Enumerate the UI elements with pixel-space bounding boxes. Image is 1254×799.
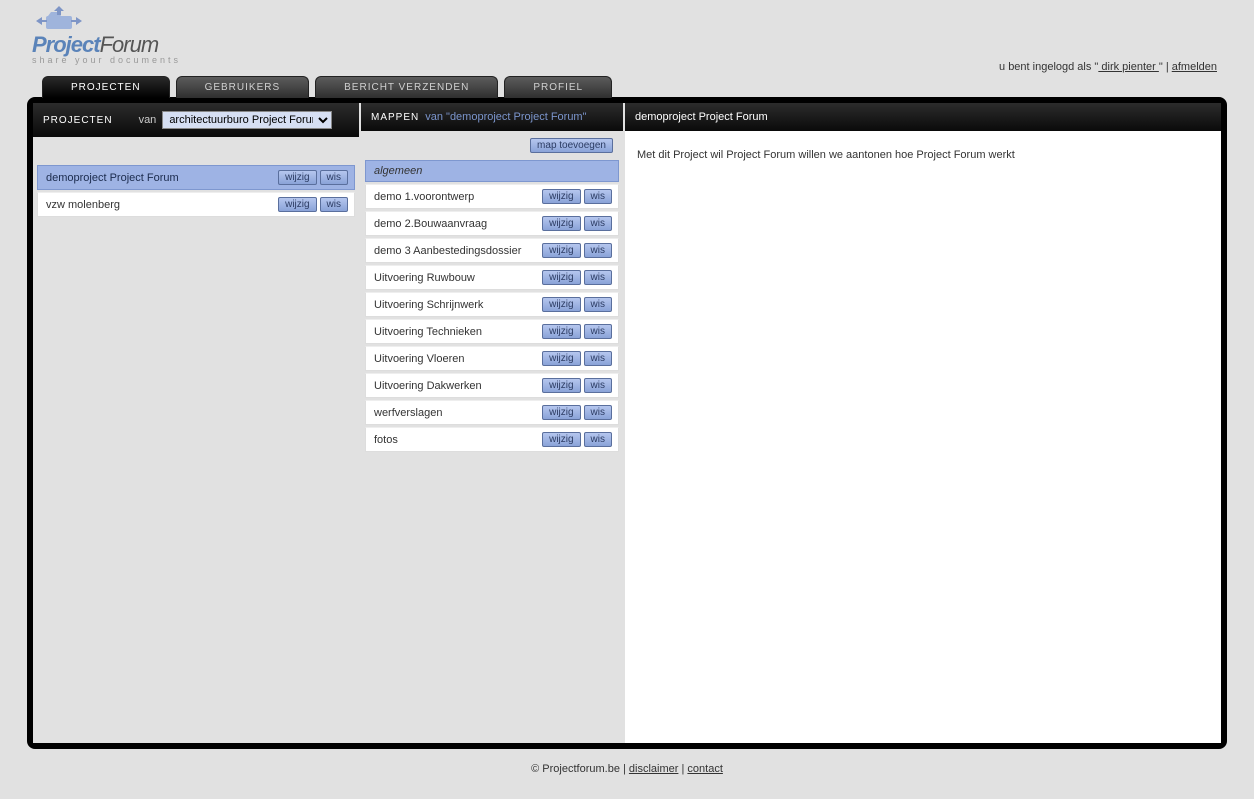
- logout-link[interactable]: afmelden: [1172, 61, 1217, 73]
- delete-button[interactable]: wis: [584, 351, 612, 366]
- edit-button[interactable]: wijzig: [542, 405, 580, 420]
- folder-arrows-icon: [32, 6, 88, 32]
- detail-title: demoproject Project Forum: [635, 111, 768, 123]
- tab-gebruikers[interactable]: GEBRUIKERS: [176, 76, 310, 98]
- user-link[interactable]: dirk pienter: [1098, 61, 1159, 73]
- detail-body: Met dit Project wil Project Forum willen…: [625, 131, 1221, 731]
- folder-row[interactable]: Uitvoering Dakwerken wijzig wis: [365, 373, 619, 398]
- folder-row[interactable]: Uitvoering Ruwbouw wijzig wis: [365, 265, 619, 290]
- project-row[interactable]: vzw molenberg wijzig wis: [37, 192, 355, 217]
- folder-row[interactable]: demo 2.Bouwaanvraag wijzig wis: [365, 211, 619, 236]
- project-row[interactable]: demoproject Project Forum wijzig wis: [37, 165, 355, 190]
- folder-name: Uitvoering Technieken: [374, 326, 538, 338]
- edit-button[interactable]: wijzig: [278, 197, 316, 212]
- project-name: vzw molenberg: [46, 199, 274, 211]
- folder-name: Uitvoering Dakwerken: [374, 380, 538, 392]
- project-name: demoproject Project Forum: [46, 172, 274, 184]
- folders-title: MAPPEN: [371, 112, 419, 123]
- delete-button[interactable]: wis: [584, 432, 612, 447]
- delete-button[interactable]: wis: [584, 216, 612, 231]
- folder-name: Uitvoering Schrijnwerk: [374, 299, 538, 311]
- folder-name: Uitvoering Ruwbouw: [374, 272, 538, 284]
- owner-select[interactable]: architectuurburo Project Forum: [162, 111, 332, 129]
- edit-button[interactable]: wijzig: [542, 324, 580, 339]
- edit-button[interactable]: wijzig: [542, 216, 580, 231]
- footer: © Projectforum.be | disclaimer | contact: [27, 749, 1227, 795]
- login-status: u bent ingelogd als " dirk pienter " | a…: [999, 61, 1217, 73]
- folder-row[interactable]: demo 1.voorontwerp wijzig wis: [365, 184, 619, 209]
- tab-projecten[interactable]: PROJECTEN: [42, 76, 170, 98]
- folder-row[interactable]: Uitvoering Technieken wijzig wis: [365, 319, 619, 344]
- folder-row[interactable]: werfverslagen wijzig wis: [365, 400, 619, 425]
- folder-row[interactable]: demo 3 Aanbestedingsdossier wijzig wis: [365, 238, 619, 263]
- folder-name: fotos: [374, 434, 538, 446]
- edit-button[interactable]: wijzig: [542, 243, 580, 258]
- delete-button[interactable]: wis: [584, 378, 612, 393]
- nav-tabs: PROJECTEN GEBRUIKERSBERICHT VERZENDEN PROF…: [27, 76, 1227, 98]
- edit-button[interactable]: wijzig: [542, 351, 580, 366]
- folder-name: demo 3 Aanbestedingsdossier: [374, 245, 538, 257]
- edit-button[interactable]: wijzig: [542, 189, 580, 204]
- edit-button[interactable]: wijzig: [542, 297, 580, 312]
- delete-button[interactable]: wis: [320, 170, 348, 185]
- delete-button[interactable]: wis: [320, 197, 348, 212]
- folders-column: MAPPEN van "demoproject Project Forum" m…: [361, 103, 625, 743]
- projects-title: PROJECTEN: [43, 115, 113, 126]
- tab-bericht-verzenden[interactable]: BERICHT VERZENDEN: [315, 76, 498, 98]
- detail-column: demoproject Project Forum Met dit Projec…: [625, 103, 1221, 743]
- delete-button[interactable]: wis: [584, 297, 612, 312]
- brand-part1: Project: [32, 32, 100, 57]
- logo: ProjectForum share your documents: [32, 6, 1227, 65]
- delete-button[interactable]: wis: [584, 405, 612, 420]
- edit-button[interactable]: wijzig: [542, 378, 580, 393]
- folder-name: demo 2.Bouwaanvraag: [374, 218, 538, 230]
- folder-name: werfverslagen: [374, 407, 538, 419]
- folder-name: Uitvoering Vloeren: [374, 353, 538, 365]
- edit-button[interactable]: wijzig: [542, 270, 580, 285]
- delete-button[interactable]: wis: [584, 324, 612, 339]
- add-folder-button[interactable]: map toevoegen: [530, 138, 613, 153]
- delete-button[interactable]: wis: [584, 189, 612, 204]
- folder-row[interactable]: fotos wijzig wis: [365, 427, 619, 452]
- delete-button[interactable]: wis: [584, 243, 612, 258]
- contact-link[interactable]: contact: [687, 763, 722, 775]
- folder-group-header: algemeen: [365, 160, 619, 182]
- folder-row[interactable]: Uitvoering Vloeren wijzig wis: [365, 346, 619, 371]
- edit-button[interactable]: wijzig: [278, 170, 316, 185]
- brand-part2: Forum: [100, 32, 159, 57]
- edit-button[interactable]: wijzig: [542, 432, 580, 447]
- folder-row[interactable]: Uitvoering Schrijnwerk wijzig wis: [365, 292, 619, 317]
- folder-name: demo 1.voorontwerp: [374, 191, 538, 203]
- delete-button[interactable]: wis: [584, 270, 612, 285]
- tab-profiel[interactable]: PROFIEL: [504, 76, 612, 98]
- disclaimer-link[interactable]: disclaimer: [629, 763, 679, 775]
- projects-column: PROJECTEN van architectuurburo Project F…: [33, 103, 361, 743]
